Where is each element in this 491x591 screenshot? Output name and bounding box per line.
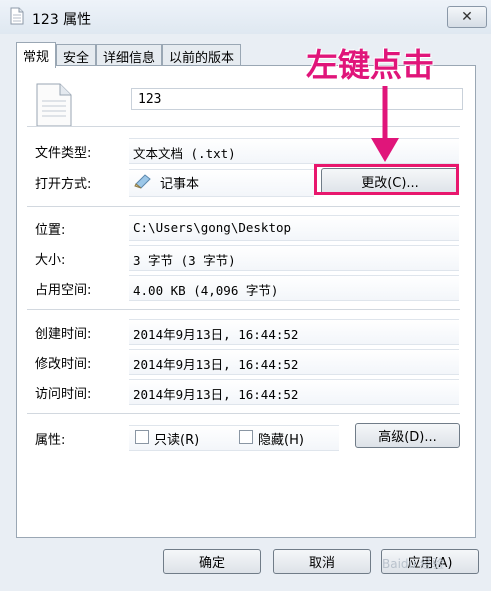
window-title: 123 属性: [32, 12, 92, 28]
created-label: 创建时间:: [35, 327, 92, 342]
separator: [27, 413, 460, 414]
general-tab-panel: 文件类型: 文本文档 (.txt) 打开方式: 记事本 更改(C)... 位置:…: [16, 65, 476, 538]
annotation-arrow-icon: [371, 86, 399, 162]
tab-strip: 常规 安全 详细信息 以前的版本: [16, 42, 242, 68]
file-icon: [36, 83, 72, 127]
modified-label: 修改时间:: [35, 357, 92, 372]
size-label: 大小:: [35, 253, 66, 268]
readonly-checkbox[interactable]: [135, 430, 149, 444]
opens-with-field: [129, 169, 314, 197]
opens-with-value: 记事本: [160, 177, 200, 192]
close-button[interactable]: ✕: [447, 6, 487, 28]
title-bar: 123 属性 ✕: [0, 0, 491, 34]
hidden-label: 隐藏(H): [258, 433, 304, 448]
size-on-disk-label: 占用空间:: [35, 283, 92, 298]
location-label: 位置:: [35, 223, 66, 238]
file-type-label: 文件类型:: [35, 146, 92, 161]
annotation-highlight-box: [314, 164, 459, 195]
accessed-label: 访问时间:: [35, 387, 92, 402]
cancel-button[interactable]: 取消: [273, 549, 371, 574]
size-on-disk-value: 4.00 KB (4,096 字节): [133, 283, 279, 298]
accessed-value: 2014年9月13日, 16:44:52: [133, 387, 299, 402]
attributes-label: 属性:: [35, 433, 66, 448]
watermark: Baidu 经验: [382, 557, 444, 571]
location-value: C:\Users\gong\Desktop: [133, 220, 292, 235]
separator: [27, 206, 460, 207]
advanced-button[interactable]: 高级(D)...: [355, 423, 460, 448]
tab-details[interactable]: 详细信息: [96, 44, 163, 67]
ok-button[interactable]: 确定: [163, 549, 261, 574]
tab-general[interactable]: 常规: [16, 42, 57, 68]
text-file-icon: [10, 7, 24, 25]
file-name-input[interactable]: [131, 88, 463, 110]
opens-with-label: 打开方式:: [35, 177, 92, 192]
separator: [27, 309, 460, 310]
notepad-icon: [134, 174, 151, 189]
close-icon: ✕: [461, 9, 473, 25]
file-type-value: 文本文档 (.txt): [133, 146, 236, 161]
modified-value: 2014年9月13日, 16:44:52: [133, 357, 299, 372]
hidden-checkbox[interactable]: [239, 430, 253, 444]
created-value: 2014年9月13日, 16:44:52: [133, 327, 299, 342]
readonly-label: 只读(R): [154, 433, 200, 448]
tab-security[interactable]: 安全: [56, 44, 97, 67]
tab-previous-versions[interactable]: 以前的版本: [162, 44, 242, 67]
annotation-text: 左键点击: [306, 46, 435, 84]
size-value: 3 字节 (3 字节): [133, 253, 236, 268]
